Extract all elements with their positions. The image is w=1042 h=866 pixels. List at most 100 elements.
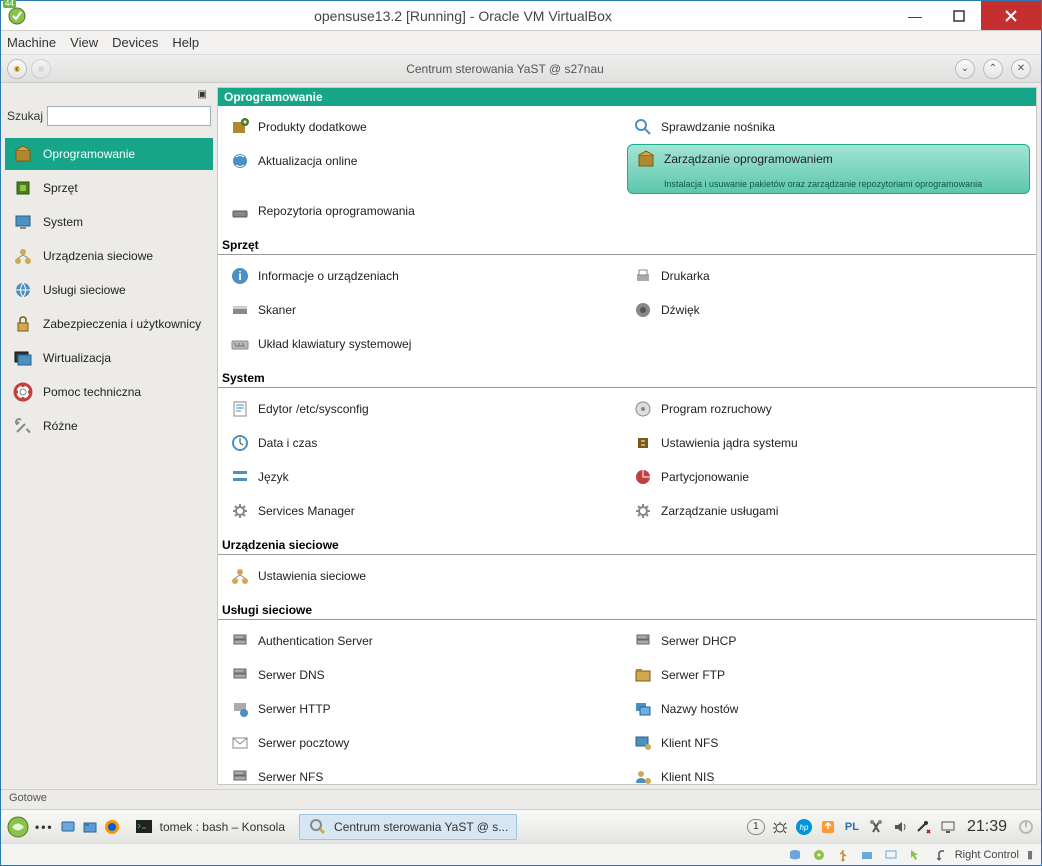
- hp-icon[interactable]: hp: [795, 818, 813, 836]
- menu-devices[interactable]: Devices: [112, 35, 158, 50]
- desktop-pager[interactable]: 1: [747, 819, 765, 835]
- module-item[interactable]: Serwer NFS: [224, 760, 627, 785]
- module-item[interactable]: Data i czas: [224, 426, 627, 460]
- box-plus-icon: [230, 117, 250, 137]
- logout-icon[interactable]: [1017, 818, 1035, 836]
- module-item[interactable]: Układ klawiatury systemowej: [224, 327, 627, 361]
- folder-server-icon: [633, 665, 653, 685]
- sidebar-item-wirtualizacja[interactable]: Wirtualizacja: [5, 342, 213, 374]
- user-net-icon: [633, 767, 653, 785]
- sidebar-item-pomoc[interactable]: Pomoc techniczna: [5, 376, 213, 408]
- module-item[interactable]: Klient NFS: [627, 726, 1030, 760]
- close-button[interactable]: [981, 1, 1041, 30]
- module-item[interactable]: Authentication Server: [224, 624, 627, 658]
- module-item[interactable]: Nazwy hostów: [627, 692, 1030, 726]
- display-tray-icon[interactable]: [939, 818, 957, 836]
- vbox-display-icon[interactable]: [883, 847, 899, 863]
- content-pane[interactable]: OprogramowanieProdukty dodatkoweSprawdza…: [217, 87, 1037, 785]
- monitor-wrench-icon: [11, 210, 35, 234]
- taskbar-task-label: tomek : bash – Konsola: [160, 820, 285, 834]
- sidebar-item-rozne[interactable]: Różne: [5, 410, 213, 442]
- menu-help[interactable]: Help: [172, 35, 199, 50]
- printer-icon: [633, 266, 653, 286]
- info-icon: i: [230, 266, 250, 286]
- window-title: opensuse13.2 [Running] - Oracle VM Virtu…: [33, 8, 893, 24]
- module-item[interactable]: Ustawienia sieciowe: [224, 559, 627, 593]
- menu-machine[interactable]: Machine: [7, 35, 56, 50]
- module-item[interactable]: Program rozruchowy: [627, 392, 1030, 426]
- yast-close-icon[interactable]: ✕: [1011, 59, 1031, 79]
- server-icon: [633, 631, 653, 651]
- clipboard-icon[interactable]: [867, 818, 885, 836]
- module-item[interactable]: Język: [224, 460, 627, 494]
- update-icon[interactable]: [819, 818, 837, 836]
- vbox-hdd-icon[interactable]: [787, 847, 803, 863]
- module-label: Program rozruchowy: [661, 402, 772, 416]
- clock-icon: [230, 433, 250, 453]
- search-input[interactable]: [47, 106, 211, 126]
- sidebar-item-sprzet[interactable]: Sprzęt: [5, 172, 213, 204]
- module-item[interactable]: Zarządzanie usługami: [627, 494, 1030, 528]
- module-item[interactable]: Repozytoria oprogramowania: [224, 194, 627, 228]
- sidebar-item-siec-urz[interactable]: Urządzenia sieciowe: [5, 240, 213, 272]
- sidebar-item-zabezpieczenia[interactable]: Zabezpieczenia i użytkownicy: [5, 308, 213, 340]
- vbox-cd-icon[interactable]: [811, 847, 827, 863]
- module-item[interactable]: iInformacje o urządzeniach: [224, 259, 627, 293]
- module-item[interactable]: Produkty dodatkowe: [224, 110, 627, 144]
- module-item[interactable]: Serwer pocztowy: [224, 726, 627, 760]
- start-menu-icon[interactable]: [7, 816, 29, 838]
- module-item[interactable]: Services Manager: [224, 494, 627, 528]
- vbox-shared-folder-icon[interactable]: [859, 847, 875, 863]
- sidebar-collapse-icon[interactable]: ▣: [5, 89, 213, 100]
- yast-nav-back-icon[interactable]: [7, 59, 27, 79]
- sidebar-item-label: Różne: [43, 419, 78, 433]
- globe-refresh-icon: [230, 151, 250, 171]
- taskbar: ••• tomek : bash – Konsola Centrum sterow…: [1, 809, 1041, 843]
- vbox-titlebar: 44 opensuse13.2 [Running] - Oracle VM Vi…: [1, 1, 1041, 31]
- module-item[interactable]: Klient NIS: [627, 760, 1030, 785]
- module-item[interactable]: Drukarka: [627, 259, 1030, 293]
- taskbar-clock[interactable]: 21:39: [967, 818, 1007, 836]
- svg-text:hp: hp: [800, 823, 809, 832]
- yast-maximize-icon[interactable]: ⌃: [983, 59, 1003, 79]
- show-desktop-icon[interactable]: [60, 819, 76, 835]
- yast-minimize-icon[interactable]: ⌄: [955, 59, 975, 79]
- sidebar-item-system[interactable]: System: [5, 206, 213, 238]
- sidebar-item-label: Urządzenia sieciowe: [43, 249, 153, 263]
- module-item[interactable]: Ustawienia jądra systemu: [627, 426, 1030, 460]
- sidebar-item-uslugi-siec[interactable]: Usługi sieciowe: [5, 274, 213, 306]
- firefox-icon[interactable]: [104, 819, 120, 835]
- network-tray-icon[interactable]: [915, 818, 933, 836]
- vbox-mouse-icon[interactable]: [907, 847, 923, 863]
- file-manager-icon[interactable]: [82, 819, 98, 835]
- vbox-keyboard-icon[interactable]: [931, 847, 947, 863]
- module-label: Klient NFS: [661, 736, 718, 750]
- keyboard-layout[interactable]: PL: [843, 818, 861, 836]
- partition-icon: [633, 467, 653, 487]
- module-item[interactable]: Skaner: [224, 293, 627, 327]
- module-item[interactable]: Zarządzanie oprogramowaniemInstalacja i …: [627, 144, 1030, 194]
- hosts-icon: [633, 699, 653, 719]
- module-item[interactable]: Serwer FTP: [627, 658, 1030, 692]
- taskbar-task[interactable]: tomek : bash – Konsola: [126, 814, 293, 840]
- module-item[interactable]: Sprawdzanie nośnika: [627, 110, 1030, 144]
- module-item[interactable]: Aktualizacja online: [224, 144, 627, 178]
- tools-icon: [11, 414, 35, 438]
- module-item[interactable]: Serwer HTTP: [224, 692, 627, 726]
- sidebar-item-label: Oprogramowanie: [43, 147, 135, 161]
- menu-view[interactable]: View: [70, 35, 98, 50]
- module-item[interactable]: Edytor /etc/sysconfig: [224, 392, 627, 426]
- volume-icon[interactable]: [891, 818, 909, 836]
- minimize-button[interactable]: —: [893, 1, 937, 30]
- sidebar-item-oprogramowanie[interactable]: Oprogramowanie: [5, 138, 213, 170]
- vbox-usb-icon[interactable]: [835, 847, 851, 863]
- module-label: Data i czas: [258, 436, 317, 450]
- module-item[interactable]: Dźwięk: [627, 293, 1030, 327]
- module-item[interactable]: Partycjonowanie: [627, 460, 1030, 494]
- activity-dots-icon[interactable]: •••: [35, 820, 54, 834]
- module-item[interactable]: Serwer DHCP: [627, 624, 1030, 658]
- bug-icon[interactable]: [771, 818, 789, 836]
- taskbar-task[interactable]: Centrum sterowania YaST @ s...: [299, 814, 517, 840]
- module-item[interactable]: Serwer DNS: [224, 658, 627, 692]
- maximize-button[interactable]: [937, 1, 981, 30]
